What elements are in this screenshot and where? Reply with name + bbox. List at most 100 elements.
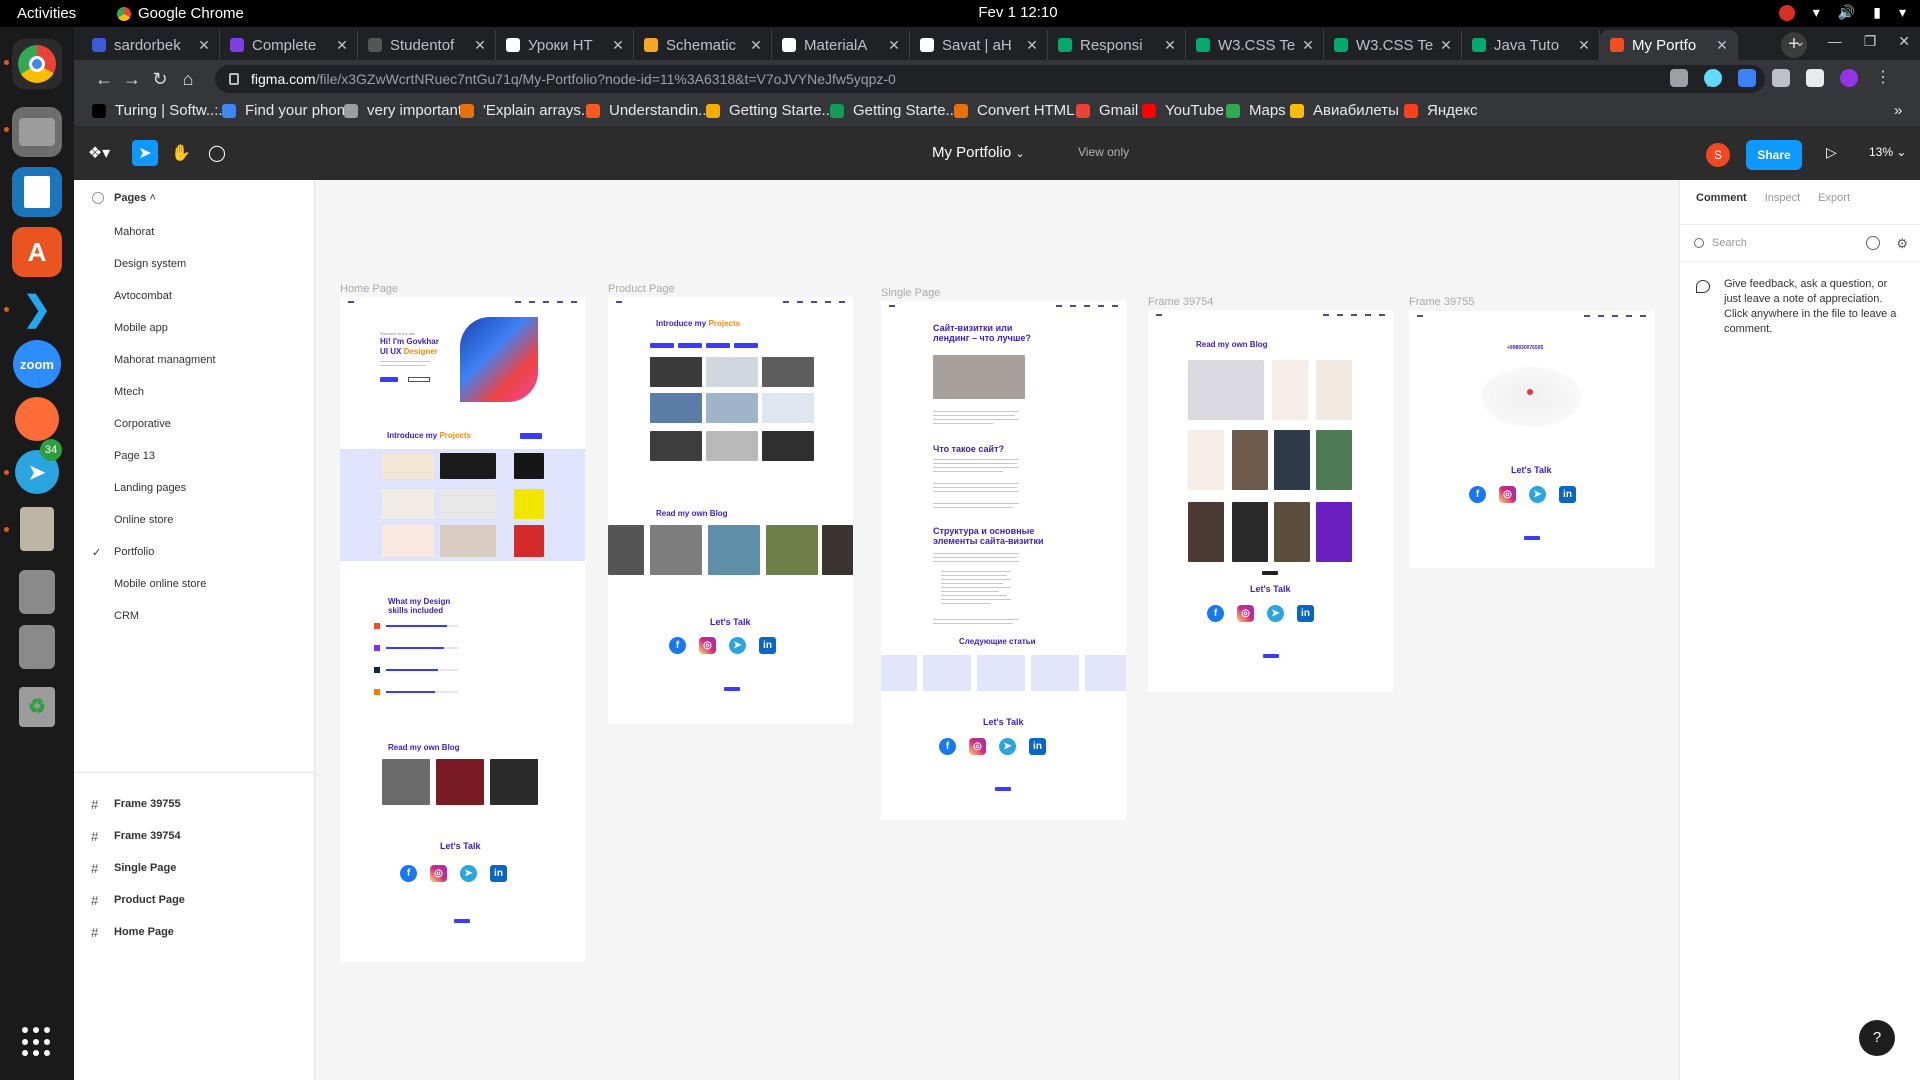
tab-comment[interactable]: Comment — [1696, 192, 1747, 204]
extensions-puzzle-icon[interactable] — [1772, 69, 1790, 87]
tab-10[interactable]: Java Tuto ✕ — [1462, 30, 1600, 60]
design-canvas[interactable]: Home Page Product Page Single Page Frame… — [315, 180, 1679, 1080]
tab-search-icon[interactable]: ⌄ — [1794, 33, 1806, 50]
writer-icon[interactable] — [12, 167, 62, 217]
tab-export[interactable]: Export — [1818, 192, 1850, 204]
system-tray[interactable]: ▾ 🔊 ▮ ▾ — [1778, 4, 1906, 21]
tab-4[interactable]: Schematic ✕ — [634, 30, 772, 60]
frame-label[interactable]: Product Page — [608, 283, 675, 295]
tab-1[interactable]: Complete ✕ — [220, 30, 358, 60]
bookmark[interactable]: Getting Starte... — [706, 102, 834, 119]
bookmark[interactable]: Turing | Softw..:. — [92, 102, 223, 119]
help-button[interactable]: ? — [1859, 1020, 1895, 1056]
tab-6[interactable]: Savat | aH ✕ — [910, 30, 1048, 60]
bookmark[interactable]: YouTube — [1142, 102, 1224, 119]
frame-label[interactable]: Frame 39754 — [1148, 296, 1213, 308]
close-tab-icon[interactable]: ✕ — [1575, 37, 1593, 54]
notification-icon[interactable] — [1778, 4, 1795, 21]
product-page-frame[interactable]: Introduce my Projects Read my own Blog L… — [608, 297, 853, 724]
reload-icon[interactable]: ↻ — [150, 69, 170, 89]
page-item[interactable]: Mobile online store — [74, 568, 314, 600]
close-tab-icon[interactable]: ✕ — [747, 37, 765, 54]
settings-sliders-icon[interactable]: ⚙ — [1896, 236, 1908, 252]
battery-icon[interactable]: ▮ — [1873, 4, 1881, 21]
power-menu-icon[interactable]: ▾ — [1899, 4, 1906, 21]
trash-icon[interactable]: ♻ — [12, 682, 62, 732]
layer-frame[interactable]: # Home Page — [74, 916, 314, 948]
layer-frame[interactable]: # Product Page — [74, 884, 314, 916]
page-item[interactable]: Mtech — [74, 376, 314, 408]
disk-icon[interactable] — [12, 567, 62, 617]
side-panel-icon[interactable] — [1806, 69, 1824, 87]
home-icon[interactable]: ⌂ — [178, 69, 198, 89]
page-item[interactable]: Mahorat managment — [74, 344, 314, 376]
frame-label[interactable]: Frame 39755 — [1409, 296, 1474, 308]
close-tab-icon[interactable]: ✕ — [1161, 37, 1179, 54]
close-tab-icon[interactable]: ✕ — [1023, 37, 1041, 54]
bookmarks-overflow-icon[interactable]: » — [1894, 102, 1902, 119]
frame-label[interactable]: Single Page — [881, 287, 940, 299]
bookmark[interactable]: Getting Starte... — [830, 102, 958, 119]
layer-frame[interactable]: # Frame 39754 — [74, 820, 314, 852]
software-center-icon[interactable]: A — [12, 227, 62, 277]
close-tab-icon[interactable]: ✕ — [195, 37, 213, 54]
close-tab-icon[interactable]: ✕ — [471, 37, 489, 54]
app-menu[interactable]: Google Chrome — [117, 5, 244, 22]
archive-icon[interactable] — [12, 504, 62, 554]
color-picker-icon[interactable] — [1738, 69, 1756, 87]
filter-icon[interactable] — [1866, 236, 1880, 250]
search-input[interactable]: Search — [1712, 237, 1747, 249]
brave-shield-icon[interactable] — [1670, 69, 1688, 87]
present-play-icon[interactable]: ▷ — [1826, 144, 1837, 161]
chrome-launcher-icon[interactable] — [12, 39, 62, 89]
postman-icon[interactable] — [12, 394, 62, 444]
bookmark[interactable]: Convert HTML.:. — [954, 102, 1087, 119]
tab-0[interactable]: sardorbek ✕ — [82, 30, 220, 60]
bookmark[interactable]: Gmail — [1076, 102, 1138, 119]
close-tab-icon[interactable]: ✕ — [1299, 37, 1317, 54]
frame-label[interactable]: Home Page — [340, 283, 398, 295]
close-window-icon[interactable]: ✕ — [1898, 33, 1910, 50]
tab-7[interactable]: Responsi ✕ — [1048, 30, 1186, 60]
back-icon[interactable]: ← — [94, 69, 114, 89]
tab-5[interactable]: MaterialA ✕ — [772, 30, 910, 60]
bookmark[interactable]: Яндекс — [1404, 102, 1477, 119]
comment-tool-icon[interactable]: ◯ — [204, 140, 230, 166]
zoom-icon[interactable]: zoom — [12, 339, 62, 389]
tab-9[interactable]: W3.CSS Te ✕ — [1324, 30, 1462, 60]
lock-icon[interactable] — [229, 73, 239, 85]
user-avatar[interactable]: S — [1706, 143, 1730, 167]
tab-inspect[interactable]: Inspect — [1765, 192, 1800, 204]
page-item[interactable]: Online store — [74, 504, 314, 536]
figma-main-menu-icon[interactable]: ❖▾ — [84, 140, 114, 166]
clock[interactable]: Fev 1 12:10 — [958, 4, 1078, 21]
bookmark[interactable]: Find your phone — [222, 102, 353, 119]
single-page-frame[interactable]: Сайт-визитки или лендинг – что лучше? Что… — [881, 301, 1126, 820]
vscode-icon[interactable]: ❯ — [12, 284, 62, 334]
hand-tool-icon[interactable]: ✋ — [168, 140, 194, 166]
show-apps-icon[interactable] — [22, 1027, 52, 1057]
close-tab-icon[interactable]: ✕ — [885, 37, 903, 54]
page-item[interactable]: Landing pages — [74, 472, 314, 504]
bookmark[interactable]: Авиабилеты — [1290, 102, 1399, 119]
pages-header[interactable]: Pages ˄ — [74, 180, 314, 216]
close-tab-icon[interactable]: ✕ — [1713, 37, 1731, 54]
activities-button[interactable]: Activities — [17, 5, 76, 22]
page-item[interactable]: CRM — [74, 600, 314, 632]
profile-avatar-icon[interactable] — [1840, 69, 1858, 87]
page-item[interactable]: Avtocombat — [74, 280, 314, 312]
page-item[interactable]: Mahorat — [74, 216, 314, 248]
layer-frame[interactable]: # Single Page — [74, 852, 314, 884]
tab-8[interactable]: W3.CSS Te ✕ — [1186, 30, 1324, 60]
disk-icon-2[interactable] — [12, 622, 62, 672]
bookmark[interactable]: Maps — [1226, 102, 1286, 119]
panel-divider[interactable] — [74, 772, 314, 773]
close-tab-icon[interactable]: ✕ — [333, 37, 351, 54]
file-title[interactable]: My Portfolio ⌄ — [932, 144, 1025, 161]
tab-3[interactable]: Уроки HT ✕ — [496, 30, 634, 60]
react-devtools-icon[interactable] — [1704, 69, 1722, 87]
restore-icon[interactable]: ❐ — [1864, 33, 1877, 50]
tab-2[interactable]: Studentof ✕ — [358, 30, 496, 60]
tab-11[interactable]: My Portfo ✕ — [1600, 30, 1738, 60]
page-item[interactable]: Mobile app — [74, 312, 314, 344]
